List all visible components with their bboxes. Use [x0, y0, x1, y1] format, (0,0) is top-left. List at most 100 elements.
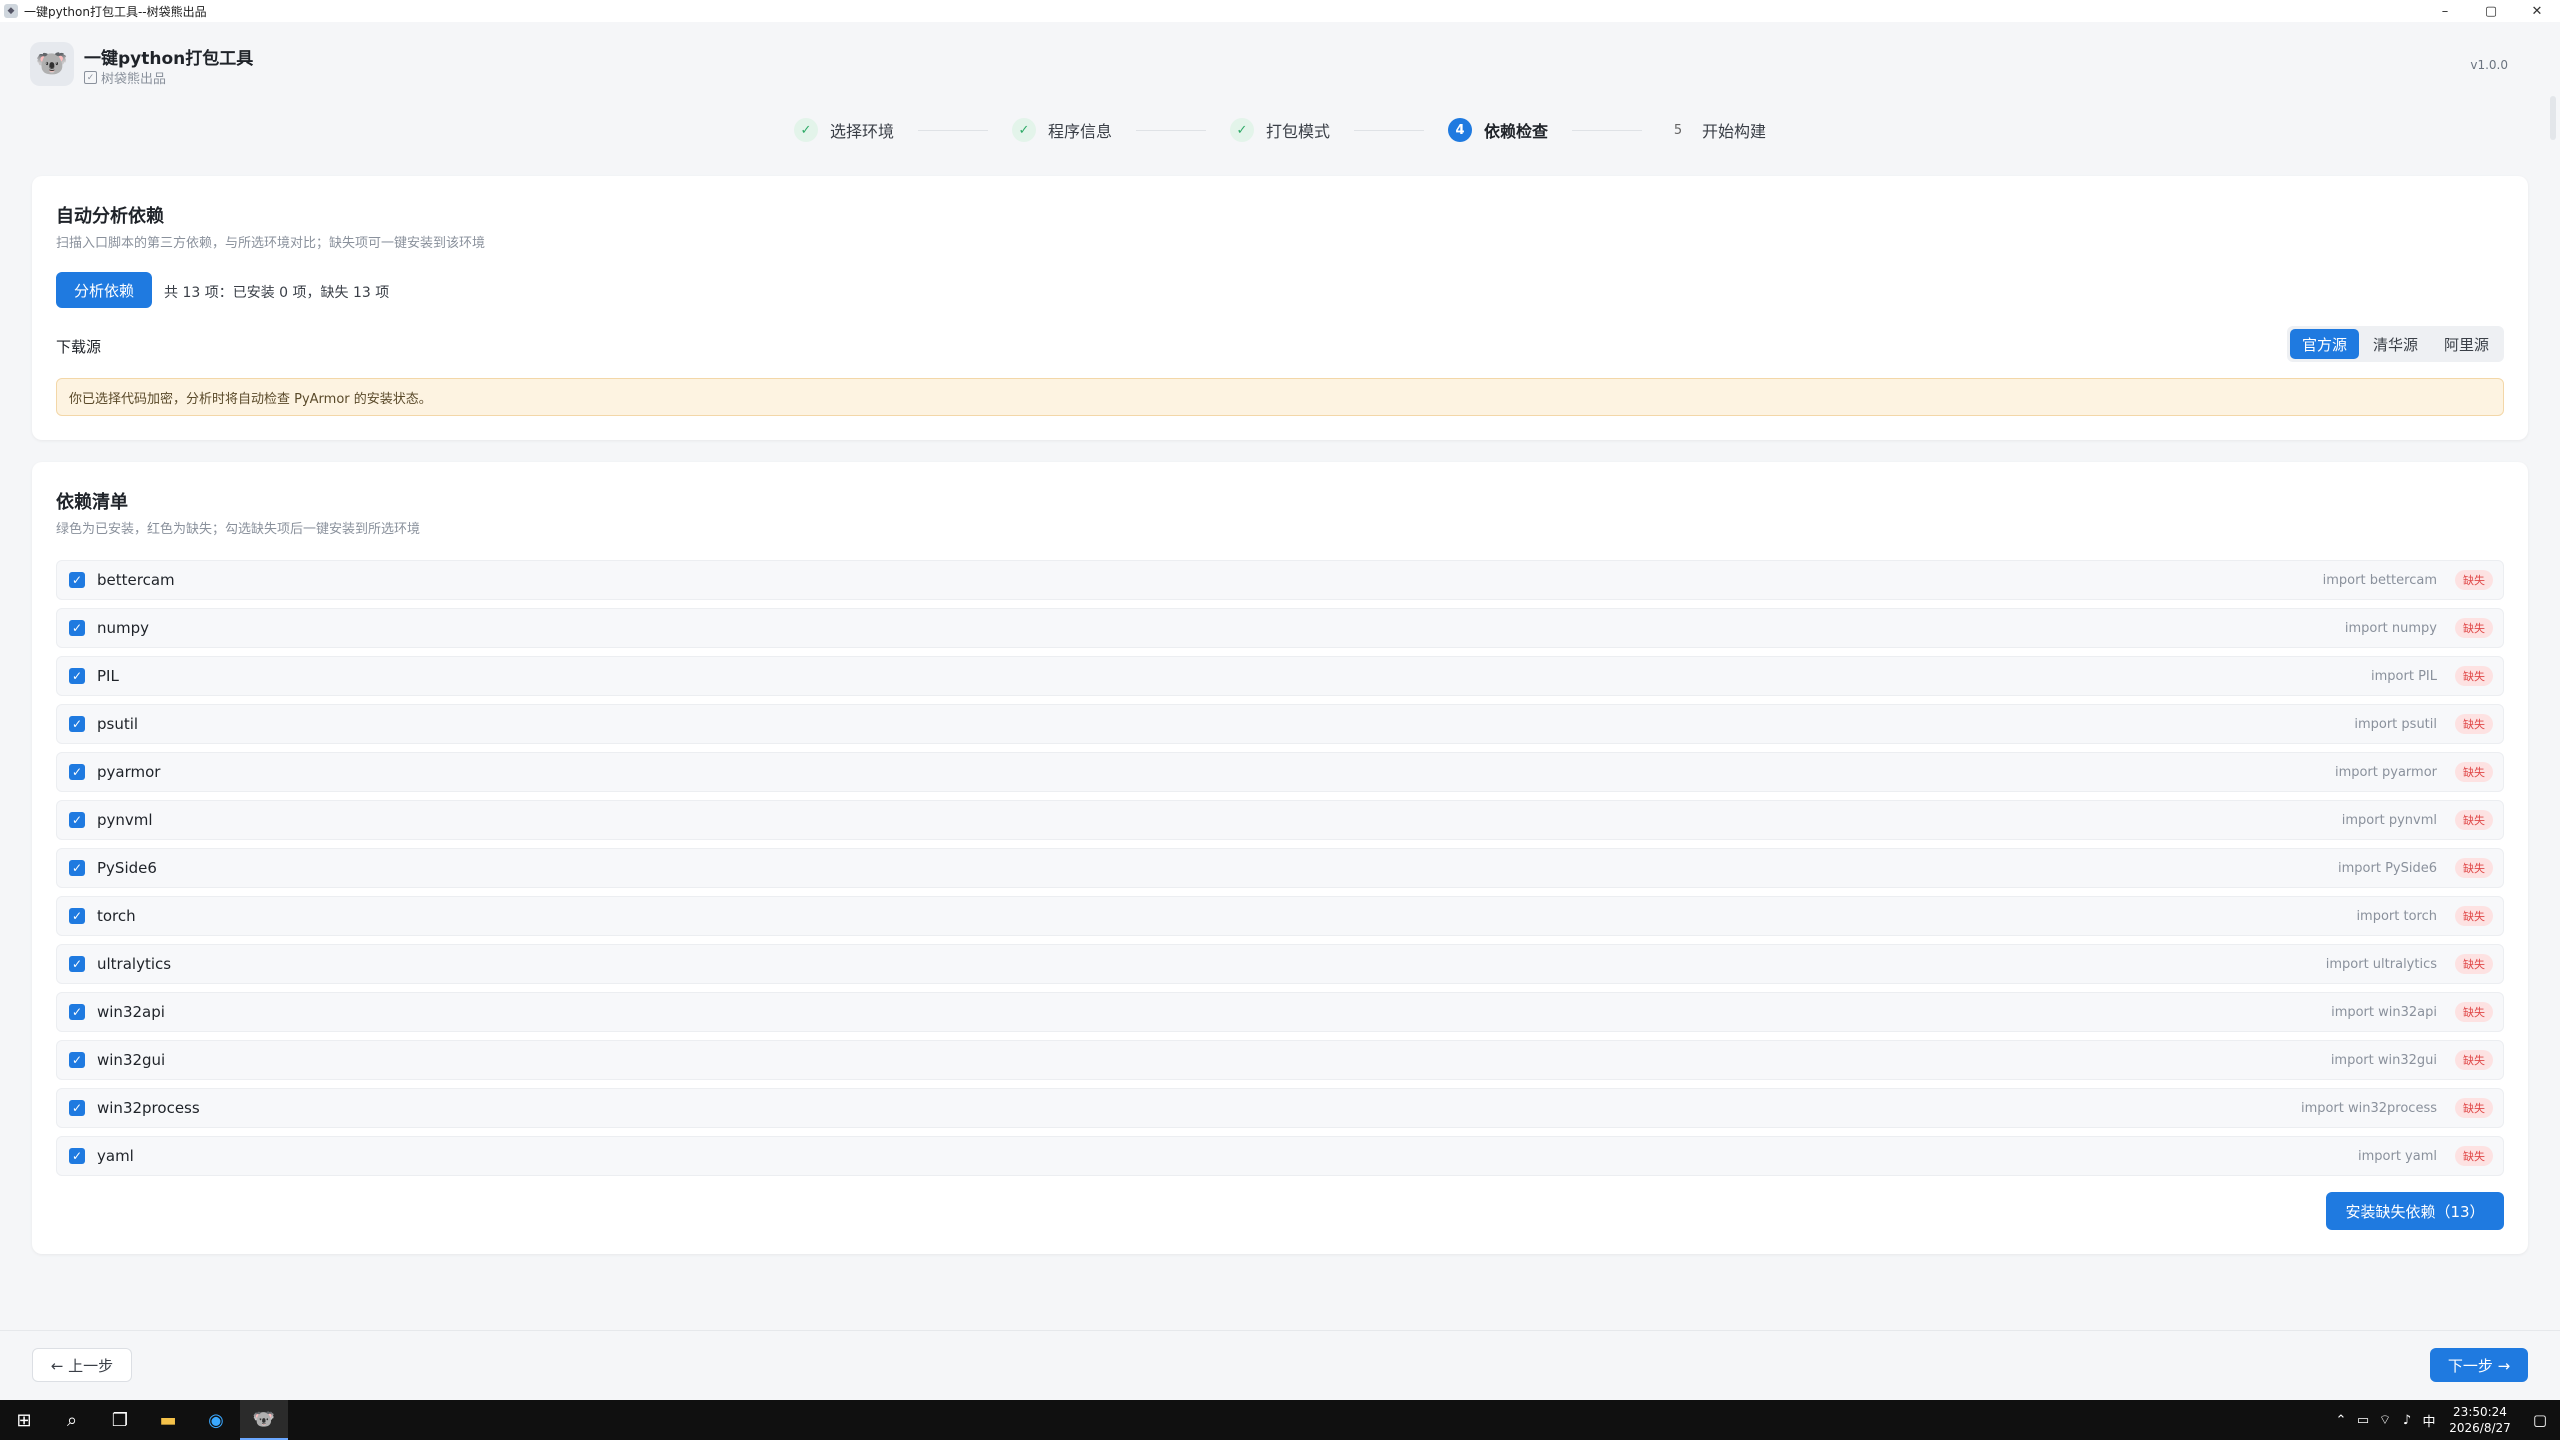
step-label: 依赖检查	[1484, 122, 1549, 141]
prev-button[interactable]: ← 上一步	[32, 1348, 132, 1382]
step-dependency-check[interactable]: 4 依赖检查	[1448, 118, 1548, 142]
check-icon: ✓	[793, 118, 818, 142]
dependency-import: import win32gui	[2330, 1052, 2437, 1068]
system-tray: ⌃ ▭ ⌔ ♪ 中 23:50:24 2026/8/27 ▢	[2330, 1400, 2560, 1440]
title-bar: ◆ 一键python打包工具--树袋熊出品 – ▢ ✕	[0, 0, 2560, 22]
search-icon[interactable]: ⌕	[48, 1400, 96, 1440]
step-divider	[1354, 129, 1424, 131]
analyze-button[interactable]: 分析依赖	[56, 272, 152, 308]
window-title: 一键python打包工具--树袋熊出品	[24, 4, 207, 19]
koala-logo-icon: 🐨	[30, 42, 74, 86]
step-label: 选择环境	[829, 122, 894, 141]
step-label: 打包模式	[1265, 122, 1330, 141]
step-program-info[interactable]: ✓ 程序信息	[1011, 118, 1112, 142]
dependency-name: PySide6	[97, 859, 157, 877]
source-aliyun[interactable]: 阿里源	[2432, 329, 2501, 359]
dependency-row[interactable]: ✓ win32process import win32process 缺失	[56, 1088, 2504, 1128]
checkbox-checked-icon[interactable]: ✓	[69, 860, 85, 876]
checkbox-checked-icon[interactable]: ✓	[69, 668, 85, 684]
dependency-name: torch	[97, 907, 136, 925]
checkbox-checked-icon[interactable]: ✓	[69, 1004, 85, 1020]
dependency-import: import yaml	[2358, 1148, 2437, 1164]
close-button[interactable]: ✕	[2514, 0, 2560, 22]
network-icon[interactable]: ⌔	[2374, 1412, 2396, 1428]
analysis-summary: 共 13 项：已安装 0 项，缺失 13 项	[164, 285, 390, 301]
source-tsinghua[interactable]: 清华源	[2361, 329, 2430, 359]
dependency-import: import PySide6	[2338, 860, 2437, 876]
dependency-row[interactable]: ✓ pynvml import pynvml 缺失	[56, 800, 2504, 840]
step-label: 程序信息	[1047, 122, 1112, 141]
dependency-row[interactable]: ✓ bettercam import bettercam 缺失	[56, 560, 2504, 600]
missing-badge: 缺失	[2455, 618, 2493, 638]
dependency-import: import pyarmor	[2334, 764, 2437, 780]
dependency-import: import PIL	[2371, 668, 2437, 684]
checkbox-checked-icon[interactable]: ✓	[69, 1148, 85, 1164]
source-official[interactable]: 官方源	[2289, 329, 2359, 359]
source-selector: 官方源 清华源 阿里源	[2286, 326, 2504, 362]
wizard-stepper: ✓ 选择环境 ✓ 程序信息 ✓ 打包模式 4 依赖检查 5 开始构建	[0, 110, 2560, 150]
checkbox-checked-icon[interactable]: ✓	[69, 812, 85, 828]
next-button[interactable]: 下一步 →	[2430, 1348, 2528, 1382]
clock-time: 23:50:24	[2453, 1405, 2507, 1419]
checkbox-checked-icon[interactable]: ✓	[69, 956, 85, 972]
file-explorer-icon[interactable]: ▬	[144, 1400, 192, 1440]
battery-icon[interactable]: ▭	[2352, 1413, 2374, 1428]
encryption-warning: 你已选择代码加密，分析时将自动检查 PyArmor 的安装状态。	[56, 378, 2504, 416]
task-view-icon[interactable]: ❐	[96, 1400, 144, 1440]
analysis-card: 自动分析依赖 扫描入口脚本的第三方依赖，与所选环境对比；缺失项可一键安装到该环境…	[32, 176, 2528, 440]
dependency-row[interactable]: ✓ win32api import win32api 缺失	[56, 992, 2504, 1032]
missing-badge: 缺失	[2455, 1002, 2493, 1022]
dependency-import: import numpy	[2344, 620, 2437, 636]
dependency-import: import win32api	[2331, 1004, 2437, 1020]
step-divider	[1572, 129, 1643, 131]
clock[interactable]: 23:50:24 2026/8/27	[2440, 1404, 2520, 1436]
checkbox-checked-icon[interactable]: ✓	[69, 908, 85, 924]
checkbox-checked-icon[interactable]: ✓	[69, 764, 85, 780]
dependency-row[interactable]: ✓ ultralytics import ultralytics 缺失	[56, 944, 2504, 984]
dependency-name: pyarmor	[97, 763, 161, 781]
taskbar: ⊞ ⌕ ❐ ▬ ◉ 🐨 ⌃ ▭ ⌔ ♪ 中 23:50:24 2026/8/27…	[0, 1400, 2560, 1440]
dependency-row[interactable]: ✓ win32gui import win32gui 缺失	[56, 1040, 2504, 1080]
notification-icon[interactable]: ▢	[2520, 1411, 2560, 1429]
windows-start-icon[interactable]: ⊞	[0, 1400, 48, 1440]
dependency-name: pynvml	[97, 811, 153, 829]
dependency-name: PIL	[97, 667, 119, 685]
checkbox-checked-icon[interactable]: ✓	[69, 620, 85, 636]
step-start-build[interactable]: 5 开始构建	[1666, 118, 1766, 142]
step-package-mode[interactable]: ✓ 打包模式	[1229, 118, 1330, 142]
dependency-row[interactable]: ✓ psutil import psutil 缺失	[56, 704, 2504, 744]
checkbox-checked-icon[interactable]: ✓	[69, 572, 85, 588]
checkbox-checked-icon[interactable]: ✓	[69, 1052, 85, 1068]
missing-badge: 缺失	[2455, 858, 2493, 878]
deps-description: 绿色为已安装，红色为缺失；勾选缺失项后一键安装到所选环境	[56, 522, 421, 537]
dependency-import: import bettercam	[2322, 572, 2437, 588]
brand-badge-icon: ✓	[84, 71, 97, 84]
koala-app-taskbar-icon[interactable]: 🐨	[240, 1400, 288, 1440]
app-subtitle: ✓ 树袋熊出品	[84, 68, 166, 87]
chevron-up-icon[interactable]: ⌃	[2330, 1413, 2352, 1428]
dependency-row[interactable]: ✓ PIL import PIL 缺失	[56, 656, 2504, 696]
checkbox-checked-icon[interactable]: ✓	[69, 1100, 85, 1116]
dependency-row[interactable]: ✓ yaml import yaml 缺失	[56, 1136, 2504, 1176]
version-label: v1.0.0	[2470, 58, 2508, 72]
dependency-row[interactable]: ✓ numpy import numpy 缺失	[56, 608, 2504, 648]
step-label: 开始构建	[1702, 122, 1767, 141]
missing-badge: 缺失	[2455, 954, 2493, 974]
dependency-import: import psutil	[2354, 716, 2437, 732]
step-select-env[interactable]: ✓ 选择环境	[793, 118, 894, 142]
dependency-name: ultralytics	[97, 955, 172, 973]
dependency-row[interactable]: ✓ PySide6 import PySide6 缺失	[56, 848, 2504, 888]
app-header: 🐨 一键python打包工具 ✓ 树袋熊出品 v1.0.0	[0, 22, 2560, 140]
dependency-row[interactable]: ✓ torch import torch 缺失	[56, 896, 2504, 936]
dependency-name: win32process	[97, 1099, 200, 1117]
install-missing-button[interactable]: 安装缺失依赖（13）	[2326, 1192, 2504, 1230]
ime-indicator[interactable]: 中	[2418, 1411, 2440, 1430]
volume-icon[interactable]: ♪	[2396, 1413, 2418, 1428]
dependency-row[interactable]: ✓ pyarmor import pyarmor 缺失	[56, 752, 2504, 792]
minimize-button[interactable]: –	[2422, 0, 2468, 22]
step-divider	[917, 129, 988, 131]
checkbox-checked-icon[interactable]: ✓	[69, 716, 85, 732]
maximize-button[interactable]: ▢	[2468, 0, 2514, 22]
check-icon: ✓	[1229, 118, 1254, 142]
edge-browser-icon[interactable]: ◉	[192, 1400, 240, 1440]
